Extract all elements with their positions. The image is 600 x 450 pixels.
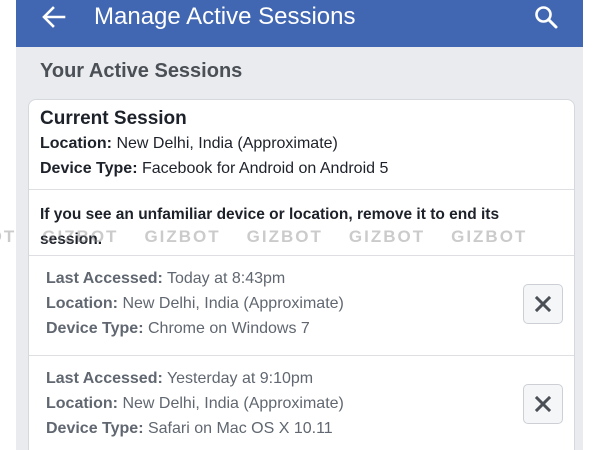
device-row: Device Type: Chrome on Windows 7 <box>46 320 310 338</box>
warning-text: If you see an unfamiliar device or locat… <box>40 206 500 248</box>
current-session-title: Current Session <box>40 108 187 129</box>
session-item: Last Accessed: Yesterday at 9:10pm Locat… <box>29 356 574 450</box>
device-label: Device Type: <box>40 160 138 177</box>
location-label: Location: <box>40 135 112 152</box>
watermark-text: GIZBOT <box>0 227 17 246</box>
back-button[interactable] <box>36 0 72 34</box>
location-value: New Delhi, India (Approximate) <box>116 135 338 152</box>
remove-session-button[interactable] <box>523 384 563 424</box>
page-title: Manage Active Sessions <box>94 3 356 30</box>
device-value: Facebook for Android on Android 5 <box>141 160 389 177</box>
location-label: Location: <box>46 295 118 312</box>
last-accessed-value: Yesterday at 9:10pm <box>166 370 314 387</box>
app-bar: Manage Active Sessions <box>16 0 583 47</box>
remove-session-button[interactable] <box>523 284 563 324</box>
close-x-icon <box>535 396 551 412</box>
location-row: Location: New Delhi, India (Approximate) <box>46 295 344 313</box>
sessions-card: Current Session Location: New Delhi, Ind… <box>28 99 575 450</box>
last-accessed-label: Last Accessed: <box>46 270 163 287</box>
location-row: Location: New Delhi, India (Approximate) <box>46 395 344 413</box>
close-x-icon <box>535 296 551 312</box>
last-accessed-label: Last Accessed: <box>46 370 163 387</box>
arrow-left-icon <box>42 6 66 28</box>
divider <box>29 189 574 190</box>
last-accessed-row: Last Accessed: Yesterday at 9:10pm <box>46 370 313 388</box>
current-location-row: Location: New Delhi, India (Approximate) <box>40 135 338 153</box>
last-accessed-value: Today at 8:43pm <box>166 270 286 287</box>
device-value: Chrome on Windows 7 <box>147 320 310 337</box>
device-label: Device Type: <box>46 320 144 337</box>
device-row: Device Type: Safari on Mac OS X 10.11 <box>46 420 333 438</box>
phone-screen: Manage Active Sessions Your Active Sessi… <box>16 0 583 450</box>
location-value: New Delhi, India (Approximate) <box>122 295 344 312</box>
session-item: Last Accessed: Today at 8:43pm Location:… <box>29 256 574 356</box>
location-label: Location: <box>46 395 118 412</box>
section-heading: Your Active Sessions <box>40 60 243 82</box>
device-label: Device Type: <box>46 420 144 437</box>
search-button[interactable] <box>528 0 564 34</box>
search-icon <box>535 6 558 29</box>
device-value: Safari on Mac OS X 10.11 <box>147 420 333 437</box>
current-device-row: Device Type: Facebook for Android on And… <box>40 160 388 178</box>
last-accessed-row: Last Accessed: Today at 8:43pm <box>46 270 285 288</box>
current-session: Current Session Location: New Delhi, Ind… <box>29 100 574 188</box>
location-value: New Delhi, India (Approximate) <box>122 395 344 412</box>
